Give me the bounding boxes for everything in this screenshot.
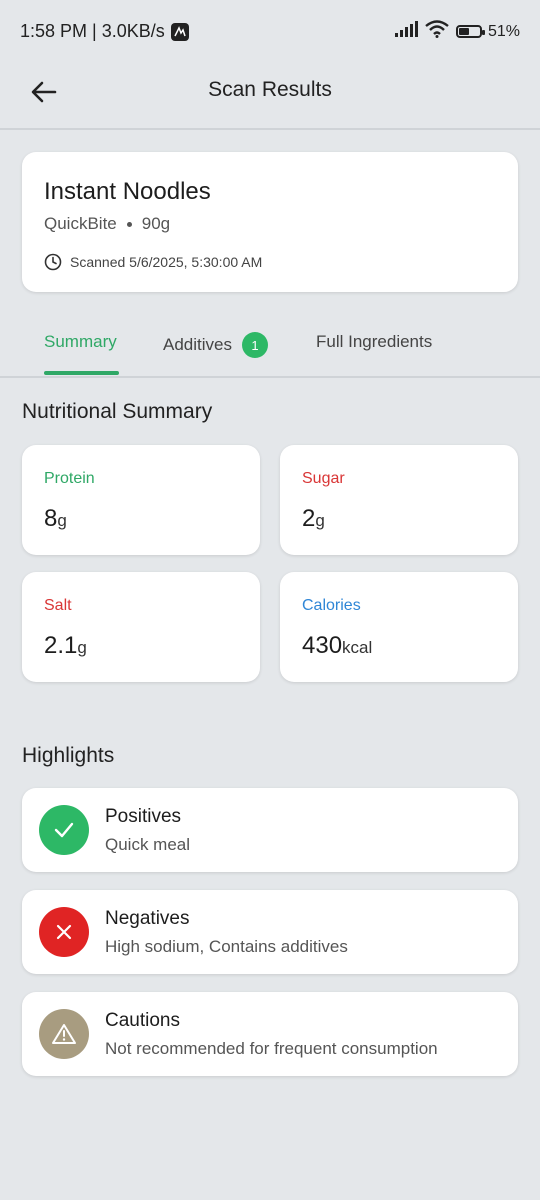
nutrition-unit: kcal [342, 638, 373, 657]
nutrition-unit: g [77, 638, 87, 657]
nutrition-number: 2.1 [44, 632, 78, 659]
highlight-title: Positives [105, 806, 182, 827]
nutrition-value: 430kcal [302, 632, 372, 660]
signal-icon [394, 21, 418, 42]
battery-percent: 51% [487, 22, 520, 40]
notification-app-icon [170, 22, 189, 41]
highlight-cautions: Cautions Not recommended for frequent co… [22, 992, 518, 1076]
highlight-description: Not recommended for frequent consumption [105, 1039, 438, 1058]
app-bar: Scan Results [0, 64, 540, 130]
nutrition-unit: g [315, 511, 325, 530]
highlight-negatives: Negatives High sodium, Contains additive… [22, 890, 518, 974]
check-icon [39, 805, 89, 855]
highlight-positives: Positives Quick meal [22, 788, 518, 872]
battery-icon [455, 25, 485, 38]
tab-additives-label: Additives [163, 335, 232, 354]
nutrition-value: 8g [44, 505, 67, 533]
scanned-row: Scanned 5/6/2025, 5:30:00 AM [44, 253, 262, 271]
product-name: Instant Noodles [44, 178, 211, 205]
highlight-description: Quick meal [105, 835, 191, 854]
wifi-icon [424, 20, 450, 43]
nutritional-summary-title: Nutritional Summary [22, 400, 213, 423]
nutrition-value: 2.1g [44, 632, 87, 660]
tab-full-ingredients-label: Full Ingredients [316, 332, 433, 351]
tab-summary[interactable]: Summary [44, 332, 117, 352]
scanned-timestamp: Scanned 5/6/2025, 5:30:00 AM [70, 254, 263, 270]
product-card: Instant Noodles QuickBite 90g Scanned 5/… [22, 152, 518, 292]
status-time: 1:58 PM | 3.0KB/s [20, 21, 165, 41]
separator-dot [126, 221, 132, 227]
highlight-title: Negatives [105, 908, 190, 929]
nutrition-label: Sugar [302, 470, 345, 487]
nutrition-number: 2 [302, 505, 316, 532]
battery-fill [458, 28, 470, 35]
product-brand: QuickBite [44, 214, 117, 233]
additives-count-badge: 1 [241, 332, 268, 358]
page-title: Scan Results [208, 78, 332, 101]
highlights-title: Highlights [22, 744, 115, 767]
highlight-title: Cautions [105, 1010, 180, 1031]
highlight-description: High sodium, Contains additives [105, 937, 348, 956]
status-left: 1:58 PM | 3.0KB/s [20, 21, 189, 42]
tab-additives[interactable]: Additives 1 [163, 332, 268, 358]
nutrition-card-calories: Calories 430kcal [280, 572, 518, 682]
nutrition-number: 430 [302, 632, 343, 659]
tab-summary-label: Summary [44, 332, 117, 351]
close-icon [39, 907, 89, 957]
nutrition-card-salt: Salt 2.1g [22, 572, 260, 682]
nutrition-number: 8 [44, 505, 58, 532]
nutrition-label: Calories [302, 597, 361, 614]
nutrition-label: Salt [44, 597, 72, 614]
status-bar: 1:58 PM | 3.0KB/s 51% [0, 0, 540, 64]
nutrition-label: Protein [44, 470, 95, 487]
nutrition-card-sugar: Sugar 2g [280, 445, 518, 555]
tab-bar: Summary Additives 1 Full Ingredients [0, 318, 540, 378]
nutrition-unit: g [57, 511, 67, 530]
nutrition-value: 2g [302, 505, 325, 533]
clock-icon [44, 253, 62, 271]
status-right: 51% [394, 20, 520, 43]
tab-full-ingredients[interactable]: Full Ingredients [316, 332, 432, 352]
nutrition-card-protein: Protein 8g [22, 445, 260, 555]
warning-icon [39, 1009, 89, 1059]
product-meta: QuickBite 90g [44, 214, 170, 234]
active-tab-indicator [44, 371, 119, 375]
product-weight: 90g [141, 214, 171, 233]
